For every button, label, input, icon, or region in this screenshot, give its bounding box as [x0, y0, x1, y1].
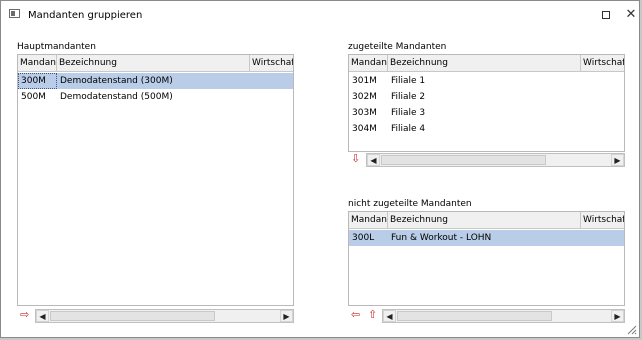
scroll-left-icon[interactable]: ◀ — [383, 310, 396, 322]
grid-header: Mandant Bezeichnung Wirtschafts — [18, 55, 293, 72]
column-header-wirtschafts[interactable]: Wirtschafts — [581, 212, 624, 228]
close-button[interactable]: ✕ — [620, 6, 642, 24]
cell-mandant[interactable]: 303M — [349, 105, 388, 121]
cell-bezeichnung[interactable]: Filiale 3 — [388, 105, 581, 121]
scroll-right-icon[interactable]: ▶ — [611, 154, 624, 166]
assign-right-button[interactable]: ⇨ — [20, 309, 29, 321]
table-row[interactable]: 302M Filiale 2 — [349, 89, 624, 105]
scroll-right-icon[interactable]: ▶ — [280, 310, 293, 322]
horizontal-scrollbar[interactable]: ◀ ▶ — [35, 309, 294, 323]
close-icon: ✕ — [625, 7, 637, 22]
scroll-thumb[interactable] — [397, 311, 552, 321]
nicht-zugeteilte-label: nicht zugeteilte Mandanten — [348, 199, 472, 209]
cell-mandant[interactable]: 301M — [349, 73, 388, 89]
column-header-mandant[interactable]: Mandant — [349, 55, 388, 71]
window-title: Mandanten gruppieren — [28, 10, 143, 21]
cell-mandant[interactable]: 300L — [349, 230, 388, 246]
cell-bezeichnung[interactable]: Demodatenstand (300M) — [57, 73, 250, 89]
cell-bezeichnung[interactable]: Filiale 1 — [388, 73, 581, 89]
column-header-mandant[interactable]: Mandant — [18, 55, 57, 71]
move-up-button[interactable]: ⇧ — [368, 309, 377, 321]
scroll-thumb[interactable] — [50, 311, 215, 321]
dialog-window: Mandanten gruppieren ✕ Hauptmandanten Ma… — [0, 0, 640, 338]
arrow-up-icon: ⇧ — [368, 308, 378, 321]
title-bar: Mandanten gruppieren ✕ — [1, 1, 639, 29]
table-row[interactable]: 300M Demodatenstand (300M) — [18, 73, 293, 89]
column-header-wirtschafts[interactable]: Wirtschafts — [581, 55, 624, 71]
zugeteilte-label: zugeteilte Mandanten — [348, 42, 447, 52]
column-header-bezeichnung[interactable]: Bezeichnung — [57, 55, 250, 71]
cell-mandant[interactable]: 500M — [18, 89, 57, 105]
scroll-thumb[interactable] — [381, 155, 546, 165]
maximize-icon — [602, 11, 610, 19]
scroll-left-icon[interactable]: ◀ — [36, 310, 49, 322]
column-header-bezeichnung[interactable]: Bezeichnung — [388, 212, 581, 228]
app-icon — [9, 9, 20, 18]
hauptmandanten-grid[interactable]: Mandant Bezeichnung Wirtschafts 300M Dem… — [17, 54, 294, 306]
cell-mandant[interactable]: 300M — [18, 73, 57, 89]
table-row[interactable]: 304M Filiale 4 — [349, 121, 624, 137]
grid-header: Mandant Bezeichnung Wirtschafts — [349, 55, 624, 72]
arrow-down-icon: ⇩ — [351, 152, 361, 165]
nicht-zugeteilte-grid[interactable]: Mandant Bezeichnung Wirtschafts 300L Fun… — [348, 211, 625, 306]
table-row[interactable]: 301M Filiale 1 — [349, 73, 624, 89]
assign-left-button[interactable]: ⇦ — [351, 309, 360, 321]
horizontal-scrollbar[interactable]: ◀ ▶ — [382, 309, 625, 323]
zugeteilte-grid[interactable]: Mandant Bezeichnung Wirtschafts 301M Fil… — [348, 54, 625, 152]
grid-header: Mandant Bezeichnung Wirtschafts — [349, 212, 624, 229]
cell-mandant[interactable]: 304M — [349, 121, 388, 137]
scroll-left-icon[interactable]: ◀ — [367, 154, 380, 166]
cell-bezeichnung[interactable]: Filiale 2 — [388, 89, 581, 105]
column-header-wirtschafts[interactable]: Wirtschafts — [250, 55, 293, 71]
table-row[interactable]: 300L Fun & Workout - LOHN — [349, 230, 624, 246]
scroll-right-icon[interactable]: ▶ — [611, 310, 624, 322]
resize-grip-icon[interactable] — [625, 323, 637, 335]
arrow-right-icon: ⇨ — [20, 308, 30, 321]
table-row[interactable]: 303M Filiale 3 — [349, 105, 624, 121]
cell-bezeichnung[interactable]: Demodatenstand (500M) — [57, 89, 250, 105]
table-row[interactable]: 500M Demodatenstand (500M) — [18, 89, 293, 105]
unassign-down-button[interactable]: ⇩ — [351, 153, 360, 165]
arrow-left-icon: ⇦ — [351, 308, 361, 321]
column-header-bezeichnung[interactable]: Bezeichnung — [388, 55, 581, 71]
cell-mandant[interactable]: 302M — [349, 89, 388, 105]
horizontal-scrollbar[interactable]: ◀ ▶ — [366, 153, 625, 167]
hauptmandanten-label: Hauptmandanten — [17, 42, 96, 52]
column-header-mandant[interactable]: Mandant — [349, 212, 388, 228]
cell-bezeichnung[interactable]: Filiale 4 — [388, 121, 581, 137]
cell-bezeichnung[interactable]: Fun & Workout - LOHN — [388, 230, 581, 246]
maximize-button[interactable] — [595, 6, 617, 24]
